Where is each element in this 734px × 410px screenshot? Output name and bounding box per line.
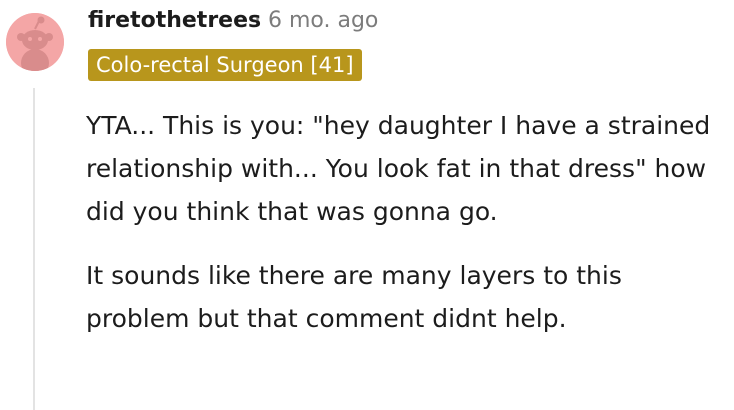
comment-paragraph: YTA... This is you: "hey daughter I have… (86, 111, 711, 226)
thread-collapse-line[interactable] (33, 88, 35, 410)
user-flair-badge: Colo-rectal Surgeon [41] (88, 49, 362, 81)
comment-timestamp[interactable]: · 6 mo. ago (254, 7, 378, 35)
comment-paragraph: It sounds like there are many layers to … (86, 261, 622, 333)
user-avatar-icon[interactable] (6, 13, 64, 71)
comment-author-link[interactable]: firetothetrees (88, 7, 261, 35)
comment: firetothetrees · 6 mo. ago Colo-rectal S… (0, 0, 734, 410)
comment-body: YTA... This is you: "hey daughter I have… (86, 104, 726, 361)
